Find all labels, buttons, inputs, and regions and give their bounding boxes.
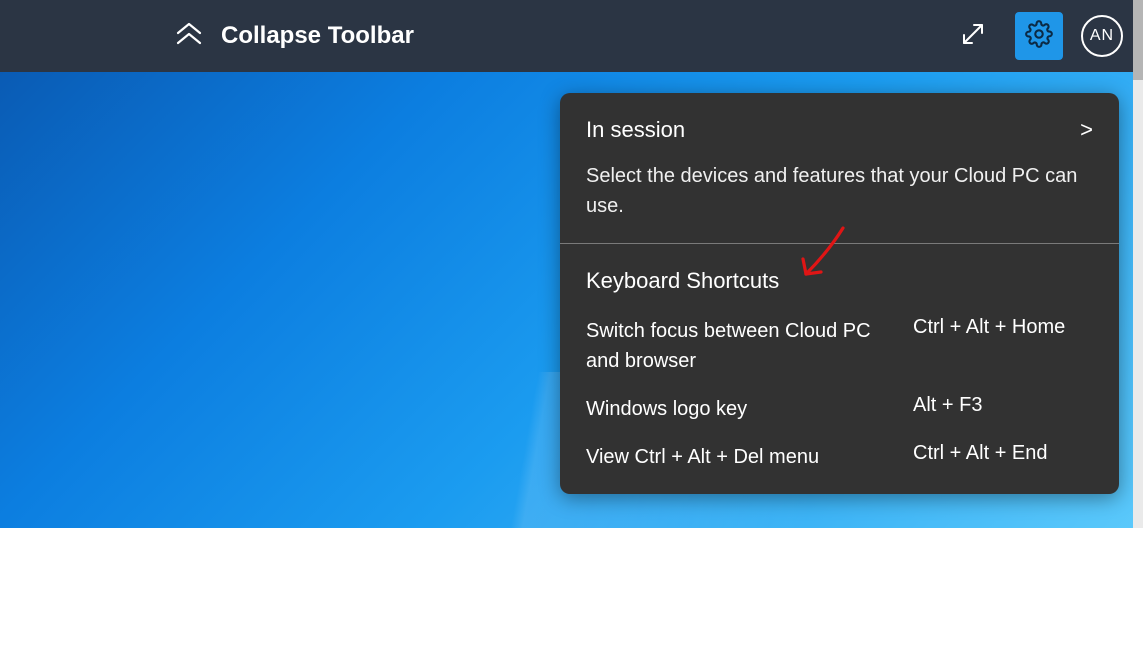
scrollbar-thumb[interactable]: [1133, 0, 1143, 80]
chevron-right-icon: >: [1080, 117, 1093, 143]
expand-icon: [959, 20, 987, 53]
chevrons-up-icon: [175, 21, 203, 52]
settings-button[interactable]: [1015, 12, 1063, 60]
shortcut-key: Alt + F3: [913, 394, 1093, 424]
shortcut-key: Ctrl + Alt + Home: [913, 316, 1093, 376]
toolbar: Collapse Toolbar AN: [0, 0, 1143, 72]
shortcut-row: Windows logo key Alt + F3: [586, 394, 1093, 424]
toolbar-right: AN: [949, 12, 1123, 60]
scrollbar[interactable]: [1133, 0, 1143, 528]
toolbar-title: Collapse Toolbar: [221, 22, 414, 50]
in-session-section[interactable]: In session > Select the devices and feat…: [560, 93, 1119, 243]
shortcut-row: View Ctrl + Alt + Del menu Ctrl + Alt + …: [586, 442, 1093, 472]
shortcut-label: Windows logo key: [586, 394, 747, 424]
settings-panel: In session > Select the devices and feat…: [560, 93, 1119, 494]
keyboard-shortcuts-section: Keyboard Shortcuts Switch focus between …: [560, 244, 1119, 494]
shortcut-row: Switch focus between Cloud PC and browse…: [586, 316, 1093, 376]
collapse-toolbar-button[interactable]: Collapse Toolbar: [175, 21, 414, 52]
avatar-initials: AN: [1090, 27, 1114, 45]
shortcut-label: View Ctrl + Alt + Del menu: [586, 442, 819, 472]
shortcut-key: Ctrl + Alt + End: [913, 442, 1093, 472]
shortcut-label: Switch focus between Cloud PC and browse…: [586, 316, 876, 376]
in-session-row[interactable]: In session >: [586, 117, 1093, 143]
in-session-title: In session: [586, 117, 685, 143]
gear-icon: [1025, 20, 1053, 53]
user-avatar[interactable]: AN: [1081, 15, 1123, 57]
in-session-description: Select the devices and features that you…: [586, 161, 1093, 221]
fullscreen-button[interactable]: [949, 12, 997, 60]
shortcuts-title: Keyboard Shortcuts: [586, 268, 1093, 294]
